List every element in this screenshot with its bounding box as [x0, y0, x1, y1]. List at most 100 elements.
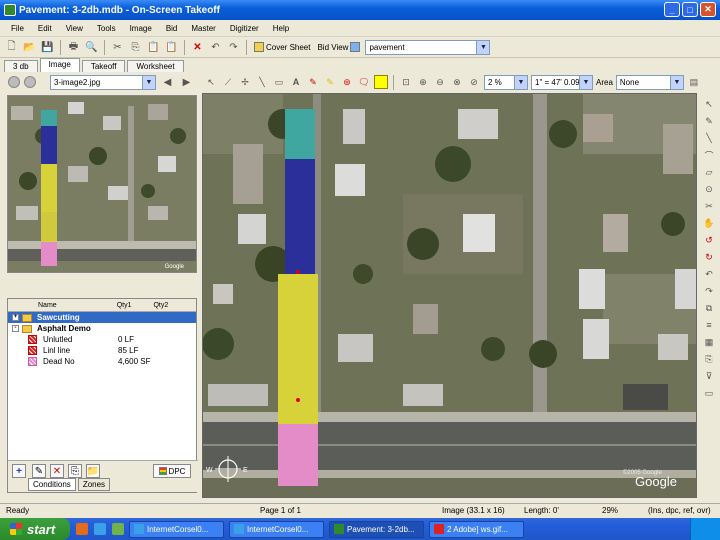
overlay-pink[interactable] — [278, 424, 318, 486]
select-arrow-icon[interactable]: ↖ — [204, 75, 218, 89]
zoom-combo[interactable]: 2 % ▼ — [484, 74, 528, 90]
collapse-icon[interactable]: - — [12, 325, 19, 332]
open-icon[interactable]: 📂 — [22, 40, 37, 55]
stamp-icon[interactable]: ⊛ — [340, 75, 354, 89]
condition-row-dead-no[interactable]: Dead No 4,600 SF — [8, 356, 196, 367]
note-icon[interactable] — [374, 75, 388, 89]
menu-view[interactable]: View — [59, 24, 90, 33]
area-combo[interactable]: None ▼ — [615, 74, 684, 90]
start-button[interactable]: start — [0, 518, 70, 540]
zoom-in-icon[interactable]: ⊕ — [416, 75, 430, 89]
tool-notes-icon[interactable]: ▭ — [702, 386, 716, 400]
tool-filter-icon[interactable]: ⊽ — [702, 369, 716, 383]
maximize-button[interactable]: □ — [682, 2, 698, 17]
menu-file[interactable]: File — [4, 24, 31, 33]
menu-master[interactable]: Master — [184, 24, 222, 33]
tab-takeoff[interactable]: Takeoff — [81, 60, 126, 72]
highlighter-icon[interactable]: ✎ — [323, 75, 337, 89]
taskbar-item-3[interactable]: Pavement: 3-2db... — [329, 520, 424, 538]
delete-icon[interactable]: ✕ — [190, 40, 205, 55]
condition-row-unlutled[interactable]: Unlutled 0 LF — [8, 334, 196, 345]
tool-polyline-icon[interactable]: ⌒ — [702, 148, 716, 162]
menu-edit[interactable]: Edit — [31, 24, 59, 33]
undo-icon[interactable]: ↶ — [208, 40, 223, 55]
col-qty2[interactable]: Qty2 — [131, 302, 168, 309]
text-icon[interactable]: A — [289, 75, 303, 89]
tab-conditions[interactable]: Conditions — [28, 478, 76, 491]
tool-list-icon[interactable]: ≡ — [702, 318, 716, 332]
taskbar-item-2[interactable]: InternetCorsel0... — [229, 520, 324, 538]
print-preview-icon[interactable]: 🔍 — [84, 40, 99, 55]
tool-table-icon[interactable]: ▦ — [702, 335, 716, 349]
zoom-out-icon[interactable]: ⊖ — [433, 75, 447, 89]
edit-condition-button[interactable]: ✎ — [32, 464, 46, 478]
tab-3db[interactable]: 3 db — [4, 60, 38, 72]
tool-rotate-icon[interactable]: ↻ — [702, 250, 716, 264]
tool-undo-icon[interactable]: ↶ — [702, 267, 716, 281]
overlay-teal[interactable] — [285, 109, 315, 159]
menu-tools[interactable]: Tools — [90, 24, 123, 33]
menu-help[interactable]: Help — [266, 24, 296, 33]
layers-icon[interactable]: ▤ — [687, 75, 701, 89]
save-icon[interactable]: 💾 — [40, 40, 55, 55]
tool-pencil-icon[interactable]: ✎ — [702, 114, 716, 128]
overlay-blue[interactable] — [285, 159, 315, 274]
prev-page-icon[interactable]: ◀ — [160, 75, 175, 90]
add-condition-button[interactable]: + — [12, 464, 26, 478]
tool-line-icon[interactable]: ╲ — [702, 131, 716, 145]
crosshair-icon[interactable]: ✢ — [238, 75, 252, 89]
zoom-prev-icon[interactable]: ⊘ — [467, 75, 481, 89]
zoom-window-icon[interactable]: ⊡ — [399, 75, 413, 89]
quicklaunch-desktop-icon[interactable] — [112, 523, 124, 535]
tab-worksheet[interactable]: Worksheet — [127, 60, 184, 72]
folder-condition-button[interactable]: 📁 — [86, 464, 100, 478]
paste-special-icon[interactable]: 📋 — [164, 40, 179, 55]
cut-icon[interactable]: ✂ — [110, 40, 125, 55]
tool-attach-icon[interactable]: ⧉ — [702, 301, 716, 315]
condition-row-asphalt-demo[interactable]: - Asphalt Demo — [8, 323, 196, 334]
callout-icon[interactable]: 🗨 — [357, 75, 371, 89]
tool-arrow-icon[interactable]: ↺ — [702, 233, 716, 247]
menu-digitizer[interactable]: Digitizer — [223, 24, 266, 33]
copy-condition-button[interactable]: ⎘ — [68, 464, 82, 478]
tool-copy-icon[interactable]: ⎘ — [702, 352, 716, 366]
bid-view-button[interactable]: Bid View — [315, 42, 362, 52]
close-button[interactable]: ✕ — [700, 2, 716, 17]
dpc-button[interactable]: DPC — [153, 464, 191, 478]
redo-icon[interactable]: ↷ — [226, 40, 241, 55]
image-combo[interactable]: 3-image2.jpg ▼ — [50, 74, 156, 90]
bid-combo[interactable]: pavement ▼ — [365, 39, 491, 55]
back-icon[interactable] — [8, 76, 20, 88]
cover-sheet-button[interactable]: Cover Sheet — [252, 42, 312, 52]
expand-icon[interactable]: + — [12, 314, 19, 321]
quicklaunch-ie-icon[interactable] — [94, 523, 106, 535]
tab-zones[interactable]: Zones — [77, 478, 111, 491]
new-icon[interactable]: 🗋 — [4, 40, 19, 55]
print-icon[interactable]: 🖶 — [66, 40, 81, 55]
line-icon[interactable]: ╲ — [255, 75, 269, 89]
tool-redo-icon[interactable]: ↷ — [702, 284, 716, 298]
box-icon[interactable]: ▭ — [272, 75, 286, 89]
taskbar-item-4[interactable]: 2 Adobe] ws.gif... — [429, 520, 524, 538]
col-qty1[interactable]: Qty1 — [57, 302, 132, 309]
menu-image[interactable]: Image — [123, 24, 159, 33]
col-name[interactable]: Name — [8, 302, 57, 309]
quicklaunch-firefox-icon[interactable] — [76, 523, 88, 535]
taskbar-item-1[interactable]: InternetCorsel0... — [129, 520, 224, 538]
condition-row-linl-line[interactable]: Linl line 85 LF — [8, 345, 196, 356]
zoom-extents-icon[interactable]: ⊗ — [450, 75, 464, 89]
thumbnail-view[interactable]: Google — [7, 95, 197, 273]
paste-icon[interactable]: 📋 — [146, 40, 161, 55]
ruler-icon[interactable]: ⟋ — [221, 75, 235, 89]
tool-hand-icon[interactable]: ✋ — [702, 216, 716, 230]
minimize-button[interactable]: _ — [664, 2, 680, 17]
tool-cut-icon[interactable]: ✂ — [702, 199, 716, 213]
aerial-map[interactable]: W E ©2005 Google Google — [202, 93, 697, 498]
delete-condition-button[interactable]: ✕ — [50, 464, 64, 478]
copy-icon[interactable]: ⎘ — [128, 40, 143, 55]
next-page-icon[interactable]: ▶ — [179, 75, 194, 90]
tab-image[interactable]: Image — [39, 58, 80, 72]
condition-row-sawcutting[interactable]: + Sawcutting — [8, 312, 196, 323]
menu-bid[interactable]: Bid — [159, 24, 185, 33]
tool-count-icon[interactable]: ⊙ — [702, 182, 716, 196]
